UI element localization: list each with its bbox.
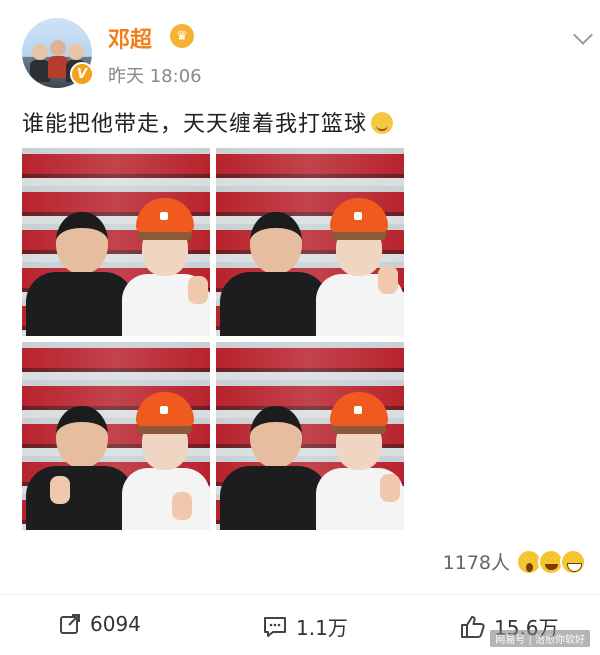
post-text: 谁能把他带走，天天缠着我打篮球: [22, 106, 394, 138]
photo-person-man: [26, 400, 134, 530]
reactions-summary[interactable]: 1178人: [443, 548, 586, 575]
thumbs-up-icon: [461, 615, 485, 638]
crown-icon: ♛: [170, 24, 194, 48]
hand-gesture: [50, 476, 70, 504]
photo-person-man: [220, 206, 328, 336]
watermark: 网易号 | 治愈你软好: [490, 630, 590, 647]
verified-badge-icon: V: [70, 62, 94, 86]
username[interactable]: 邓超: [108, 22, 152, 54]
post-text-content: 谁能把他带走，天天缠着我打篮球: [22, 112, 368, 137]
photo-person-boy: [316, 392, 404, 530]
comment-button[interactable]: 1.1万: [262, 612, 348, 641]
photo-person-boy: [122, 392, 210, 530]
hand-gesture: [378, 266, 398, 294]
smile-emoji-icon: [371, 112, 394, 134]
photo-3[interactable]: [22, 342, 210, 530]
avatar-person-face: [50, 40, 66, 56]
hand-gesture: [380, 474, 400, 502]
comment-icon: [264, 616, 286, 637]
avatar-person-body: [30, 60, 50, 82]
chevron-down-icon[interactable]: [573, 25, 593, 45]
photo-4[interactable]: [216, 342, 404, 530]
grin-emoji-icon: [560, 548, 586, 575]
photo-person-boy: [122, 198, 210, 336]
avatar-person-face: [32, 44, 48, 60]
photo-person-man: [220, 400, 328, 530]
repost-icon: [60, 614, 80, 634]
hand-gesture: [188, 276, 208, 304]
photo-1[interactable]: [22, 148, 210, 336]
reactions-count: 1178人: [442, 552, 510, 574]
photo-person-man: [26, 206, 134, 336]
photo-2[interactable]: [216, 148, 404, 336]
divider: [0, 594, 600, 595]
post-timestamp: 昨天 18:06: [108, 66, 202, 87]
avatar-person-face: [68, 44, 84, 60]
comment-count: 1.1万: [296, 616, 348, 640]
repost-button[interactable]: 6094: [58, 612, 141, 636]
repost-count: 6094: [90, 612, 141, 636]
avatar-person-body: [48, 56, 68, 78]
hand-gesture: [172, 492, 192, 520]
